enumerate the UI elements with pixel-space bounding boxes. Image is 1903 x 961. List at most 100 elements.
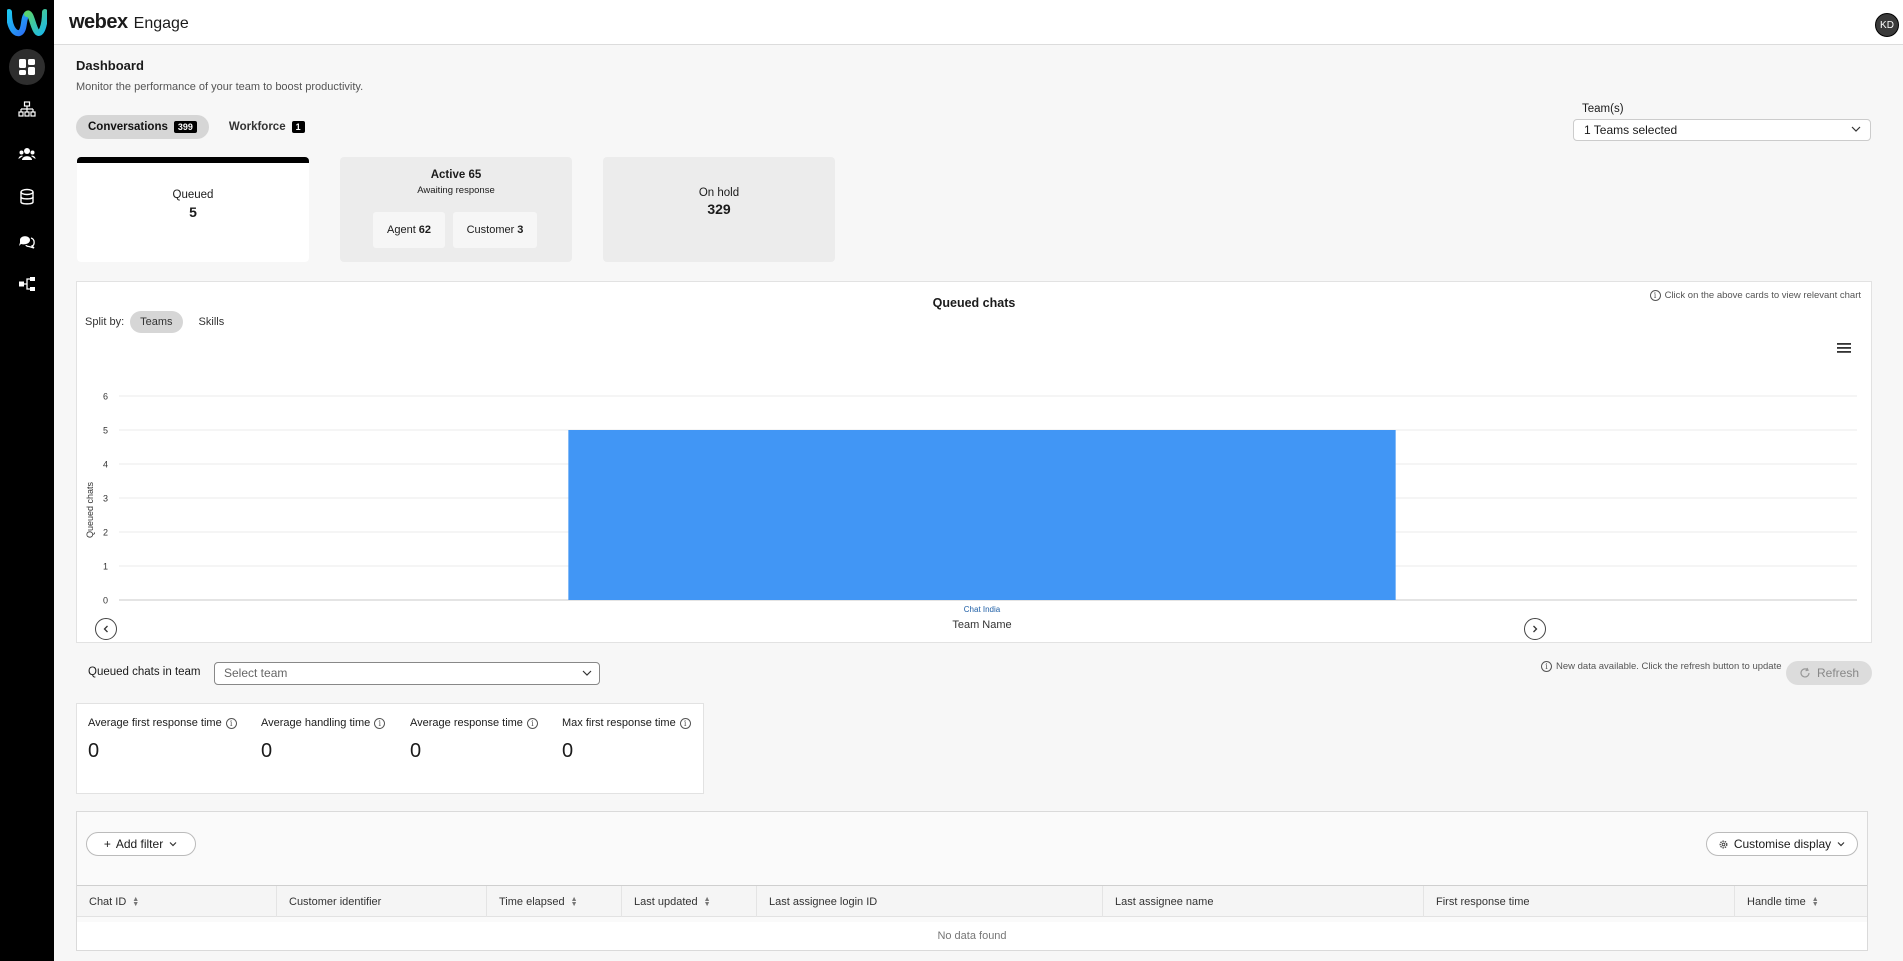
column-label: Customer identifier (289, 895, 382, 908)
user-avatar[interactable]: KD (1875, 13, 1899, 37)
sort-icon: ▲ ▼ (132, 895, 140, 908)
column-last-assignee-name[interactable]: Last assignee name (1102, 886, 1423, 917)
agent-value: 62 (418, 224, 431, 236)
webex-logo-icon (7, 9, 47, 37)
queued-card-value: 5 (189, 204, 197, 220)
tab-workforce[interactable]: Workforce 1 (217, 115, 317, 139)
column-customer-identifier[interactable]: Customer identifier (276, 886, 486, 917)
teams-filter-label: Team(s) (1582, 103, 1624, 115)
y-tick-label: 3 (103, 494, 108, 504)
y-tick-label: 5 (103, 426, 108, 436)
gear-icon (1719, 840, 1728, 848)
customise-display-button[interactable]: Customise display (1706, 832, 1858, 856)
metric-label: Average handling time i (261, 717, 386, 729)
metric-value: 0 (562, 740, 574, 762)
chats-table-panel: + Add filter Customise display Chat ID ▲ ▼… (76, 811, 1868, 951)
column-label: Last updated (634, 895, 698, 908)
top-header: webex Engage KD (54, 0, 1903, 45)
nav-dashboard[interactable] (9, 49, 45, 85)
metrics-panel: Average first response time i 0 Average h… (76, 703, 704, 794)
on-hold-card[interactable]: On hold 329 (603, 157, 835, 262)
info-icon[interactable]: i (225, 717, 237, 729)
y-tick-label: 2 (103, 528, 108, 538)
customer-pill[interactable]: Customer 3 (453, 212, 537, 248)
y-tick-label: 6 (103, 392, 108, 402)
refresh-label: Refresh (1816, 666, 1860, 680)
tab-label: Conversations (88, 121, 168, 133)
on-hold-card-value: 329 (707, 201, 731, 217)
chart-canvas: 0 1 2 3 4 5 6 Chat India Team Name Queued chats (85, 392, 1857, 631)
dashboard-icon (19, 59, 35, 75)
chevron-down-icon (1851, 126, 1861, 132)
customer-value: 3 (517, 224, 524, 236)
chevron-left-icon (103, 625, 108, 633)
y-tick-label: 1 (103, 562, 108, 572)
column-last-assignee-login[interactable]: Last assignee login ID (756, 886, 1102, 917)
column-first-response-time[interactable]: First response time (1423, 886, 1734, 917)
chart-next-button[interactable] (1524, 618, 1546, 640)
nav-teams[interactable] (9, 136, 45, 172)
y-tick-label: 4 (103, 460, 108, 470)
sort-icon: ▲ ▼ (1811, 895, 1819, 908)
info-icon[interactable]: i (679, 717, 691, 729)
select-team-dropdown[interactable]: Select team (214, 662, 600, 685)
tab-conversations[interactable]: Conversations 399 (76, 115, 209, 139)
agent-pill[interactable]: Agent 62 (373, 212, 445, 248)
new-data-hint-text: New data available. Click the refresh bu… (1556, 661, 1782, 672)
main-content: Dashboard Monitor the performance of you… (54, 45, 1903, 961)
nav-data[interactable] (9, 179, 45, 215)
tab-label: Workforce (228, 121, 286, 133)
info-icon[interactable]: i (374, 717, 386, 729)
metric-label-text: Max first response time (562, 717, 676, 729)
metric-value: 0 (410, 740, 422, 762)
chart-prev-button[interactable] (95, 618, 117, 640)
chevron-down-icon (1837, 842, 1845, 847)
column-label: Time elapsed (499, 895, 565, 908)
chevron-right-icon (1533, 625, 1538, 633)
customer-label: Customer (466, 224, 515, 236)
add-filter-button[interactable]: + Add filter (86, 832, 196, 856)
x-axis-label: Team Name (952, 619, 1011, 631)
queued-card-label: Queued (172, 189, 214, 201)
column-handle-time[interactable]: Handle time ▲ ▼ (1734, 886, 1867, 917)
agent-label: Agent (387, 224, 416, 236)
nav-org[interactable] (9, 92, 45, 128)
active-card[interactable]: Active 65 Awaiting response Agent 62 Cus… (340, 157, 572, 262)
queued-card[interactable]: Queued 5 (77, 157, 309, 262)
view-tabs: Conversations 399 Workforce 1 (76, 115, 317, 139)
x-tick-label: Chat India (964, 605, 1001, 614)
plus-icon: + (103, 837, 111, 851)
column-label: Last assignee name (1115, 895, 1214, 908)
nav-chats[interactable] (9, 223, 45, 259)
metric-label: Max first response time i (562, 717, 691, 729)
refresh-button[interactable]: Refresh (1786, 661, 1872, 685)
nav-workflow[interactable] (9, 266, 45, 302)
page-subtitle: Monitor the performance of your team to … (76, 81, 364, 93)
tab-count-badge: 1 (291, 121, 305, 133)
on-hold-card-label: On hold (698, 187, 740, 199)
queued-chats-chart-panel: Queued chats i Click on the above cards … (76, 281, 1872, 643)
page-title: Dashboard (76, 58, 144, 73)
column-chat-id[interactable]: Chat ID ▲ ▼ (77, 886, 276, 917)
metric-label-text: Average handling time (261, 717, 371, 729)
active-card-label: Active 65 (430, 169, 482, 181)
sort-icon: ▲ ▼ (570, 895, 578, 908)
info-icon[interactable]: i (526, 717, 538, 729)
sidebar (0, 0, 54, 961)
product-name: Engage (133, 15, 189, 32)
workflow-icon (19, 277, 35, 291)
metric-label-text: Average first response time (88, 717, 222, 729)
brand: webex Engage (69, 11, 189, 34)
tab-count-badge: 399 (173, 121, 197, 133)
teams-select[interactable]: 1 Teams selected (1573, 119, 1871, 141)
active-card-sub: Awaiting response (417, 185, 495, 196)
table-header: Chat ID ▲ ▼ Customer identifier Time elaps… (77, 885, 1867, 917)
metric-value: 0 (88, 740, 100, 762)
team-icon (18, 148, 36, 160)
info-icon: i (1541, 661, 1552, 672)
column-time-elapsed[interactable]: Time elapsed ▲ ▼ (486, 886, 621, 917)
metric-label-text: Average response time (410, 717, 523, 729)
column-label: First response time (1436, 895, 1530, 908)
column-last-updated[interactable]: Last updated ▲ ▼ (621, 886, 756, 917)
metric-label: Average response time i (410, 717, 538, 729)
